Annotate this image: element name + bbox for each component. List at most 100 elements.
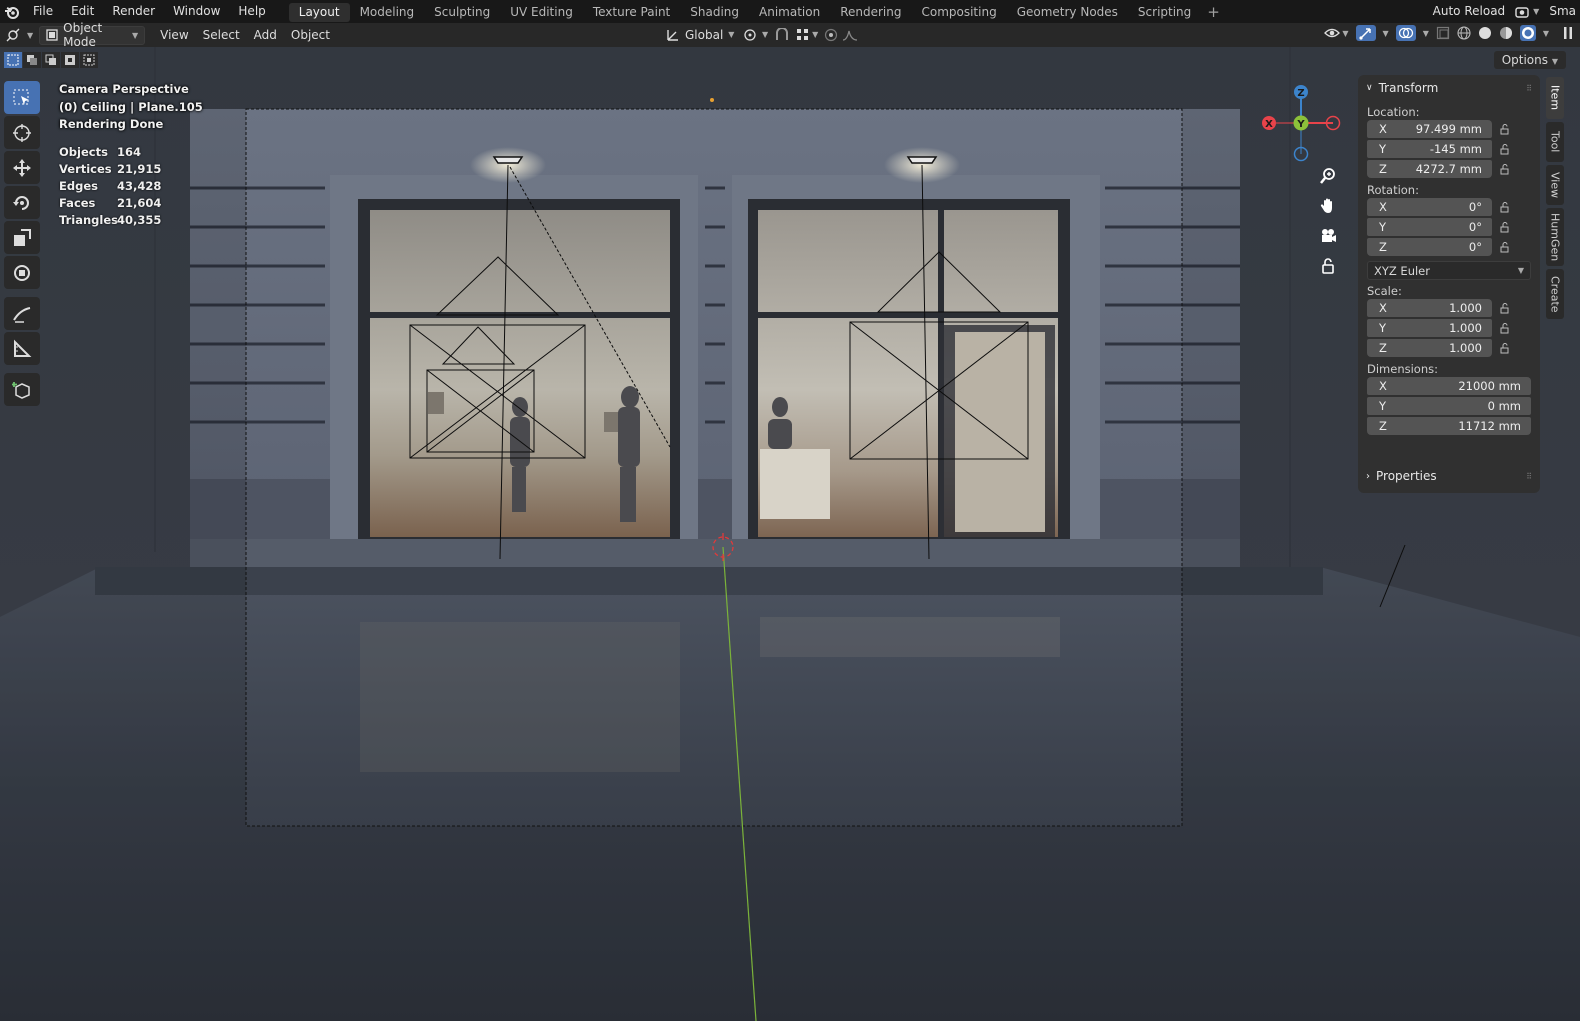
rotation-mode-dropdown[interactable]: XYZ Euler ▼	[1367, 261, 1531, 280]
tab-animation[interactable]: Animation	[749, 3, 830, 22]
pan-hand-icon[interactable]	[1315, 193, 1341, 219]
properties-header[interactable]: › Properties ⠿	[1358, 463, 1540, 489]
transform-tool-icon[interactable]	[4, 256, 40, 289]
transform-header[interactable]: ∨ Transform ⠿	[1358, 75, 1540, 101]
tab-modeling[interactable]: Modeling	[350, 3, 425, 22]
gizmo-x-label[interactable]: X	[1265, 119, 1273, 130]
falloff-icon[interactable]	[842, 28, 858, 42]
solid-shading-icon[interactable]	[1478, 26, 1492, 40]
lock-icon[interactable]	[1492, 221, 1518, 233]
move-tool-icon[interactable]	[4, 151, 40, 184]
3d-viewport[interactable]: Camera Perspective (0) Ceiling | Plane.1…	[0, 47, 1580, 1021]
lock-icon[interactable]	[1492, 241, 1518, 253]
tab-texture-paint[interactable]: Texture Paint	[583, 3, 680, 22]
scale-y-field[interactable]: Y 1.000	[1367, 318, 1540, 337]
material-shading-icon[interactable]	[1499, 26, 1513, 40]
location-z-field[interactable]: Z 4272.7 mm	[1367, 159, 1540, 178]
mode-dropdown[interactable]: Object Mode ▼	[39, 21, 146, 49]
select-intersect-icon[interactable]	[80, 52, 98, 68]
lock-icon[interactable]	[1492, 143, 1518, 155]
tab-shading[interactable]: Shading	[680, 3, 749, 22]
drag-handle-icon[interactable]: ⠿	[1526, 472, 1532, 481]
scale-tool-icon[interactable]	[4, 221, 40, 254]
tab-create[interactable]: Create	[1546, 269, 1564, 319]
top-bar: File Edit Render Window Help Layout Mode…	[0, 0, 1580, 23]
visibility-icon[interactable]: ▼	[1324, 26, 1349, 40]
add-cube-tool-icon[interactable]	[4, 373, 40, 406]
tab-sculpting[interactable]: Sculpting	[424, 3, 500, 22]
options-dropdown[interactable]: Options ▼	[1493, 51, 1566, 69]
menu-help[interactable]: Help	[229, 0, 274, 23]
zoom-icon[interactable]	[1315, 163, 1341, 189]
dimensions-z-field[interactable]: Z 11712 mm	[1367, 416, 1540, 435]
scale-z-field[interactable]: Z 1.000	[1367, 338, 1540, 357]
select-set-icon[interactable]	[4, 52, 22, 68]
scene-icon[interactable]: ▼	[1515, 5, 1539, 19]
pivot-point-icon[interactable]: ▼	[742, 28, 768, 42]
sidebar-toggle-icon[interactable]	[1562, 26, 1574, 40]
rotate-tool-icon[interactable]	[4, 186, 40, 219]
editor-type-button[interactable]: ▼	[0, 26, 39, 45]
dimensions-y-field[interactable]: Y0 mm	[1367, 396, 1540, 415]
dimensions-x-field[interactable]: X 21000 mm	[1367, 376, 1540, 395]
select-box-tool-icon[interactable]	[4, 81, 40, 114]
tab-scripting[interactable]: Scripting	[1128, 3, 1201, 22]
gizmo-z-label[interactable]: Z	[1297, 88, 1304, 99]
blender-logo-icon[interactable]	[0, 0, 24, 23]
rendered-shading-icon[interactable]	[1519, 25, 1536, 41]
lock-icon[interactable]	[1492, 302, 1518, 314]
lock-icon[interactable]	[1492, 322, 1518, 334]
lock-icon[interactable]	[1492, 163, 1518, 175]
wireframe-shading-icon[interactable]	[1457, 26, 1471, 40]
rotation-y-field[interactable]: Y 0°	[1367, 217, 1540, 236]
location-y-field[interactable]: Y -145 mm	[1367, 139, 1540, 158]
navigation-gizmo[interactable]: X Z Y	[1258, 82, 1344, 162]
properties-panel[interactable]: › Properties ⠿	[1358, 463, 1540, 489]
lock-icon[interactable]	[1492, 201, 1518, 213]
lock-camera-icon[interactable]	[1315, 253, 1341, 279]
gizmo-y-label[interactable]: Y	[1296, 119, 1305, 130]
menu-select[interactable]: Select	[196, 28, 247, 42]
tab-geometry-nodes[interactable]: Geometry Nodes	[1007, 3, 1128, 22]
tab-item[interactable]: Item	[1546, 77, 1564, 119]
scene-name[interactable]: Sma	[1549, 0, 1576, 23]
add-workspace-button[interactable]: +	[1201, 3, 1226, 21]
snap-toggle-icon[interactable]	[774, 27, 790, 42]
camera-view-icon[interactable]	[1315, 223, 1341, 249]
menu-view[interactable]: View	[153, 28, 195, 42]
menu-file[interactable]: File	[24, 0, 62, 23]
scale-x-field[interactable]: X 1.000	[1367, 298, 1540, 317]
tab-tool[interactable]: Tool	[1546, 122, 1564, 162]
cursor-tool-icon[interactable]	[4, 116, 40, 149]
drag-handle-icon[interactable]: ⠿	[1526, 84, 1532, 93]
tab-compositing[interactable]: Compositing	[911, 3, 1006, 22]
menu-add[interactable]: Add	[247, 28, 284, 42]
shading-options-icon[interactable]: ▼	[1543, 29, 1549, 38]
tab-layout[interactable]: Layout	[288, 2, 350, 22]
overlay-toggle-icon[interactable]	[1395, 25, 1416, 41]
select-invert-icon[interactable]	[61, 52, 79, 68]
select-subtract-icon[interactable]	[42, 52, 60, 68]
location-x-field[interactable]: X 97.499 mm	[1367, 119, 1540, 138]
rotation-x-field[interactable]: X 0°	[1367, 197, 1540, 216]
gizmo-toggle-icon[interactable]	[1355, 25, 1376, 41]
menu-window[interactable]: Window	[164, 0, 229, 23]
menu-render[interactable]: Render	[103, 0, 164, 23]
snap-target-icon[interactable]: ▼	[796, 28, 818, 42]
select-extend-icon[interactable]	[23, 52, 41, 68]
proportional-edit-icon[interactable]	[824, 28, 858, 42]
annotate-tool-icon[interactable]	[4, 297, 40, 330]
tab-uv-editing[interactable]: UV Editing	[500, 3, 583, 22]
tab-view[interactable]: View	[1546, 165, 1564, 205]
menu-edit[interactable]: Edit	[62, 0, 103, 23]
rotation-z-field[interactable]: Z 0°	[1367, 237, 1540, 256]
tab-rendering[interactable]: Rendering	[830, 3, 911, 22]
lock-icon[interactable]	[1492, 123, 1518, 135]
auto-reload-label[interactable]: Auto Reload	[1433, 0, 1506, 23]
xray-toggle-icon[interactable]	[1436, 26, 1450, 40]
measure-tool-icon[interactable]	[4, 332, 40, 365]
orientation-dropdown[interactable]: Global ▼	[660, 25, 736, 44]
tab-humgen[interactable]: HumGen	[1546, 208, 1564, 266]
menu-object[interactable]: Object	[284, 28, 337, 42]
lock-icon[interactable]	[1492, 342, 1518, 354]
